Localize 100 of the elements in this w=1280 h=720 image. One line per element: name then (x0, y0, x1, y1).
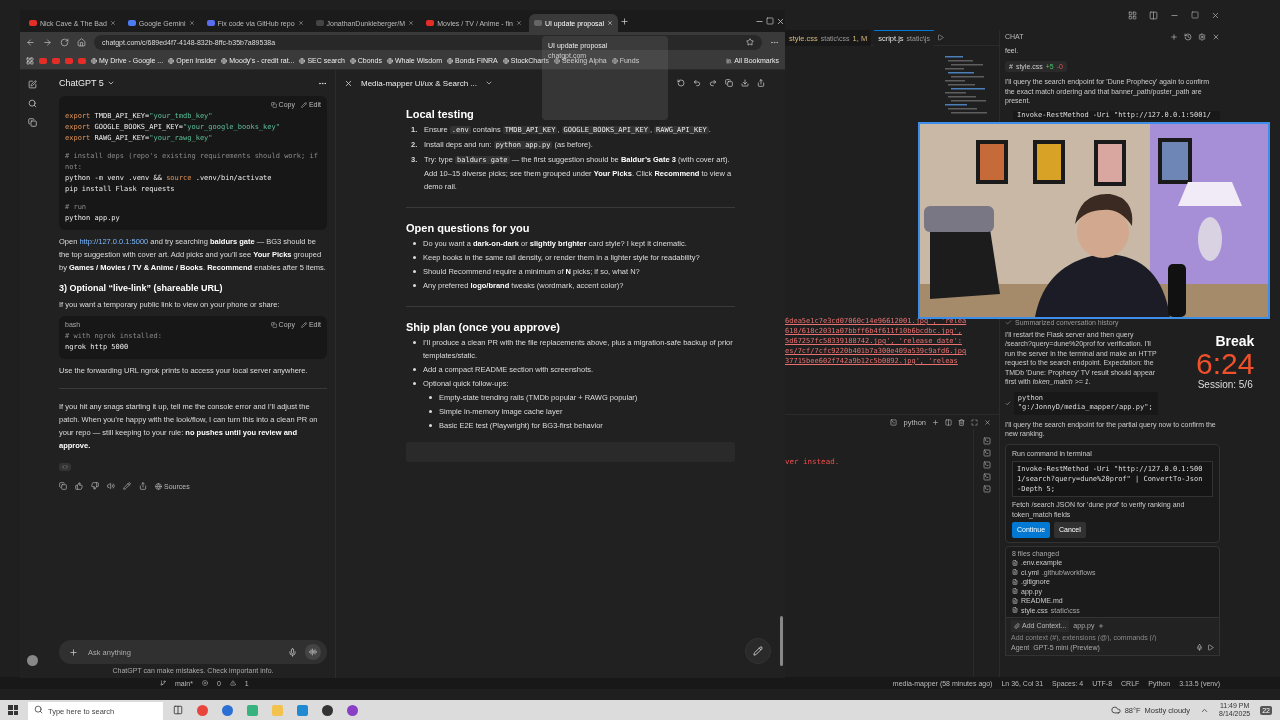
close-icon[interactable] (607, 20, 614, 26)
check-icon (1005, 399, 1011, 407)
code-icon (62, 464, 68, 470)
folder-icon (726, 57, 733, 64)
reload-icon[interactable] (60, 37, 69, 47)
home-icon[interactable] (77, 37, 86, 47)
close-icon[interactable] (515, 20, 522, 26)
copy-icon (270, 101, 277, 108)
app-icon[interactable] (347, 704, 358, 716)
library-icon[interactable] (28, 118, 37, 127)
terminal-icon[interactable] (982, 485, 991, 493)
new-tab-icon[interactable] (620, 16, 630, 26)
star-icon[interactable] (746, 38, 754, 46)
close-icon[interactable] (776, 16, 785, 26)
terminal-icon[interactable] (982, 461, 991, 469)
close-icon[interactable] (1212, 33, 1220, 41)
globe-icon (349, 57, 356, 64)
forward-icon[interactable] (43, 37, 52, 47)
mic-icon[interactable] (1196, 644, 1203, 652)
history-icon[interactable] (677, 79, 685, 87)
close-icon[interactable] (297, 20, 304, 26)
globe-icon (221, 57, 228, 64)
close-icon[interactable] (109, 20, 116, 26)
pencil-icon[interactable] (123, 482, 131, 490)
split-icon[interactable] (945, 418, 952, 426)
history-icon[interactable] (1184, 33, 1192, 41)
file-icon (1012, 597, 1018, 604)
thumbs-down-icon[interactable] (91, 482, 99, 490)
maximize-icon[interactable] (766, 17, 774, 25)
add-icon[interactable] (69, 647, 78, 657)
tab-icon (206, 20, 215, 26)
close-icon[interactable] (408, 20, 415, 26)
check-icon (1005, 319, 1012, 327)
add-icon[interactable] (932, 418, 939, 426)
globe-icon (299, 57, 306, 64)
trash-icon[interactable] (958, 418, 965, 426)
file-icon (1012, 607, 1018, 614)
bullet-icon (413, 242, 416, 245)
send-icon[interactable] (1207, 644, 1214, 652)
warning-icon (229, 680, 236, 686)
add-icon[interactable] (1170, 33, 1178, 41)
terminal-icon (890, 418, 898, 426)
maximize-icon[interactable] (1191, 11, 1199, 19)
close-icon[interactable] (344, 78, 353, 88)
add-icon[interactable] (1098, 622, 1105, 629)
pencil-icon (300, 321, 307, 328)
app-icon[interactable] (322, 704, 333, 716)
bullet-icon (429, 396, 432, 399)
browser-icon[interactable] (197, 704, 208, 716)
voice-button[interactable] (305, 644, 321, 660)
globe-icon (386, 57, 393, 64)
apps-icon[interactable] (26, 56, 34, 65)
run-icon[interactable] (936, 34, 944, 41)
undo-icon[interactable] (693, 79, 701, 87)
search-icon[interactable] (28, 99, 37, 108)
weather-icon[interactable] (1110, 705, 1121, 715)
speaker-icon[interactable] (107, 482, 115, 490)
model-selector[interactable]: ChatGPT 5 (59, 78, 104, 88)
new-chat-icon[interactable] (28, 80, 37, 89)
caret-icon[interactable] (106, 79, 115, 87)
avatar[interactable] (27, 655, 38, 666)
settings-icon[interactable] (1198, 33, 1206, 41)
thumbs-up-icon[interactable] (75, 482, 83, 490)
terminal-icon[interactable] (982, 437, 991, 445)
globe-icon (168, 57, 175, 64)
close-icon[interactable] (188, 20, 195, 26)
scrollbar[interactable] (780, 616, 783, 666)
back-icon[interactable] (26, 37, 35, 47)
copy-icon[interactable] (725, 79, 733, 87)
mic-icon[interactable] (288, 647, 297, 657)
branch-icon (160, 680, 166, 686)
code-editor-icon[interactable] (297, 704, 308, 716)
tab-icon (426, 20, 435, 26)
close-icon[interactable] (984, 418, 991, 426)
layout-icon[interactable] (1128, 10, 1137, 20)
paperclip-icon (1014, 622, 1020, 629)
bullet-icon (429, 410, 432, 413)
timer-time: 6:24 (1196, 349, 1255, 379)
session-count: Session: 5/6 (1197, 379, 1253, 390)
audio-wave-icon (309, 648, 317, 656)
maximize-icon[interactable] (971, 418, 978, 426)
panel-icon[interactable] (1149, 10, 1158, 20)
globe-icon (91, 57, 97, 64)
file-icon (1012, 559, 1018, 566)
edit-button[interactable] (745, 638, 771, 664)
caret-icon[interactable] (485, 79, 494, 87)
pencil-icon (753, 646, 763, 656)
redo-icon[interactable] (709, 79, 717, 87)
task-view-icon[interactable] (173, 705, 183, 715)
download-icon[interactable] (741, 79, 749, 87)
copy-icon (270, 321, 277, 328)
share-icon[interactable] (757, 79, 765, 87)
terminal-icon[interactable] (982, 473, 991, 481)
terminal-icon[interactable] (982, 449, 991, 457)
copy-icon[interactable] (59, 482, 67, 490)
share-icon[interactable] (139, 482, 147, 490)
close-icon[interactable] (1211, 10, 1220, 20)
canvas-title: Media-mapper Ui/ux & Search ... (361, 78, 478, 88)
start-icon[interactable] (8, 705, 18, 715)
tab-icon (127, 20, 136, 26)
